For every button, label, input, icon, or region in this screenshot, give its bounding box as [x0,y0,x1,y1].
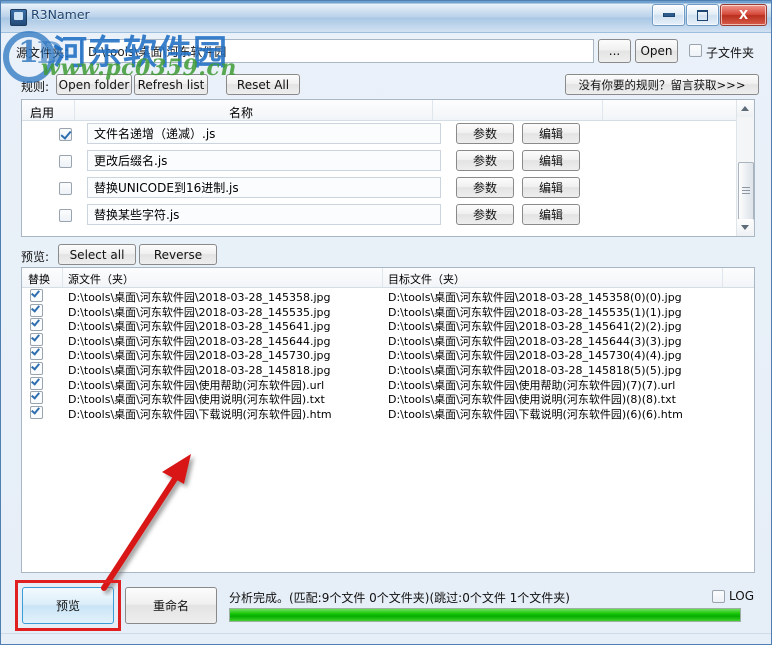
r3namer-window: R3Namer X 1 D 河东软件园 www.pc0359.cn 源文件夹： … [0,0,772,645]
progress-bar [229,608,741,622]
refresh-list-button[interactable]: Refresh list [134,74,208,95]
preview-button-highlight [15,580,121,631]
table-row[interactable]: D:\tools\桌面\河东软件园\2018-03-28_145358.jpg D… [22,288,754,304]
maximize-button[interactable] [686,4,719,26]
source-folder-label: 源文件夹： [16,46,77,60]
rule-name-field[interactable]: 替换某些字符.js [87,204,441,225]
source-file-path: D:\tools\桌面\河东软件园\下载说明(河东软件园).htm [68,407,332,421]
rule-row[interactable]: 替换UNICODE到16进制.js 参数 编辑 [22,175,754,202]
target-file-path: D:\tools\桌面\河东软件园\下载说明(河东软件园)(6)(6).htm [388,407,683,421]
log-label: LOG [729,589,755,603]
window-title: R3Namer [31,7,90,22]
rules-list-body: 文件名递增（递减）.js 参数 编辑 更改后缀名.js 参数 编辑 替换UNICODE到16… [22,121,754,237]
rule-edit-button[interactable]: 编辑 [522,123,580,144]
table-row[interactable]: D:\tools\桌面\河东软件园\2018-03-28_145535.jpg D… [22,303,754,319]
preview-toolbar: 预览: Select all Reverse [1,244,771,268]
rules-label: 规则: [21,80,50,94]
preview-column-source: 源文件（夹） [68,273,134,286]
rule-name-field[interactable]: 文件名递增（递减）.js [87,123,441,144]
rules-column-name: 名称 [229,106,254,120]
rule-edit-button[interactable]: 编辑 [522,177,580,198]
preview-column-target: 目标文件（夹） [388,273,465,286]
table-row[interactable]: D:\tools\桌面\河东软件园\2018-03-28_145818.jpg D… [22,361,754,377]
preview-list-header: 替换 源文件（夹） 目标文件（夹） [22,268,754,288]
table-row[interactable]: D:\tools\桌面\河东软件园\使用说明(河东软件园).txt D:\tool… [22,390,754,406]
rule-edit-button[interactable]: 编辑 [522,150,580,171]
progress-bar-fill [230,609,740,621]
source-folder-row: 源文件夹： D:\tools\桌面\河东软件园 ... Open 子文件夹 [1,39,771,65]
row-checkbox[interactable] [30,347,43,361]
row-checkbox[interactable] [30,303,43,317]
rules-toolbar: 规则: Open folder Refresh list Reset All 没… [1,74,771,98]
source-path-input[interactable]: D:\tools\桌面\河东软件园 [81,39,594,63]
close-button[interactable]: X [720,4,767,26]
rule-name-field[interactable]: 替换UNICODE到16进制.js [87,177,441,198]
table-row[interactable]: D:\tools\桌面\河东软件园\2018-03-28_145644.jpg D… [22,332,754,348]
row-checkbox[interactable] [30,391,43,405]
browse-button[interactable]: ... [598,39,631,63]
row-checkbox[interactable] [30,332,43,346]
footer-divider [1,633,771,634]
annotation-arrow-icon [101,454,191,591]
rules-list-header: 启用 名称 [22,100,754,121]
rule-params-button[interactable]: 参数 [456,177,514,198]
subfolder-checkbox[interactable] [689,44,702,57]
preview-label: 预览: [21,250,50,264]
rule-params-button[interactable]: 参数 [456,123,514,144]
reset-all-button[interactable]: Reset All [226,74,300,95]
table-row[interactable]: D:\tools\桌面\河东软件园\2018-03-28_145641.jpg D… [22,317,754,333]
row-checkbox[interactable] [30,361,43,375]
title-bar: R3Namer X [1,1,771,33]
open-button[interactable]: Open [635,39,678,63]
rule-name-field[interactable]: 更改后缀名.js [87,150,441,171]
get-more-rules-button[interactable]: 没有你要的规则？留言获取>>> [565,74,759,95]
table-row[interactable]: D:\tools\桌面\河东软件园\下载说明(河东软件园).htm D:\tool… [22,405,754,421]
scroll-up-icon[interactable] [737,100,753,117]
preview-list-body: D:\tools\桌面\河东软件园\2018-03-28_145358.jpg D… [22,288,754,421]
rule-enable-checkbox[interactable] [59,209,72,222]
rule-enable-checkbox[interactable] [59,182,72,195]
select-all-button[interactable]: Select all [58,244,136,265]
rule-enable-checkbox[interactable] [59,155,72,168]
row-checkbox[interactable] [30,289,43,302]
scrollbar-thumb[interactable] [738,162,754,220]
table-row[interactable]: D:\tools\桌面\河东软件园\2018-03-28_145730.jpg D… [22,346,754,362]
subfolder-label: 子文件夹 [706,46,755,60]
maximize-icon [697,9,708,21]
rules-list: 启用 名称 文件名递增（递减）.js 参数 编辑 更改后缀名.js 参数 编辑 替换UNIC… [21,99,755,237]
rule-row[interactable]: 更改后缀名.js 参数 编辑 [22,148,754,175]
rule-enable-checkbox[interactable] [59,128,72,141]
rule-row[interactable]: 文件名递增（递减）.js 参数 编辑 [22,121,754,148]
preview-column-replace: 替换 [28,273,50,286]
scroll-down-icon[interactable] [737,219,753,236]
row-checkbox[interactable] [30,318,43,332]
app-icon [10,9,27,26]
log-checkbox[interactable] [712,590,725,603]
close-icon: X [738,8,749,22]
rules-scrollbar[interactable] [736,100,754,236]
rules-column-enable: 启用 [30,106,55,120]
rule-params-button[interactable]: 参数 [456,150,514,171]
minimize-icon [662,13,675,17]
rule-params-button[interactable]: 参数 [456,204,514,225]
status-text: 分析完成。(匹配:9个文件 0个文件夹)(跳过:0个文件 1个文件夹) [229,591,570,605]
reverse-button[interactable]: Reverse [139,244,217,265]
open-folder-button[interactable]: Open folder [56,74,132,95]
minimize-button[interactable] [652,4,685,26]
rule-edit-button[interactable]: 编辑 [522,204,580,225]
row-checkbox[interactable] [30,405,43,419]
window-controls: X [652,4,767,26]
table-row[interactable]: D:\tools\桌面\河东软件园\使用帮助(河东软件园).url D:\tool… [22,376,754,392]
row-checkbox[interactable] [30,376,43,390]
rule-row[interactable]: 替换某些字符.js 参数 编辑 [22,202,754,229]
